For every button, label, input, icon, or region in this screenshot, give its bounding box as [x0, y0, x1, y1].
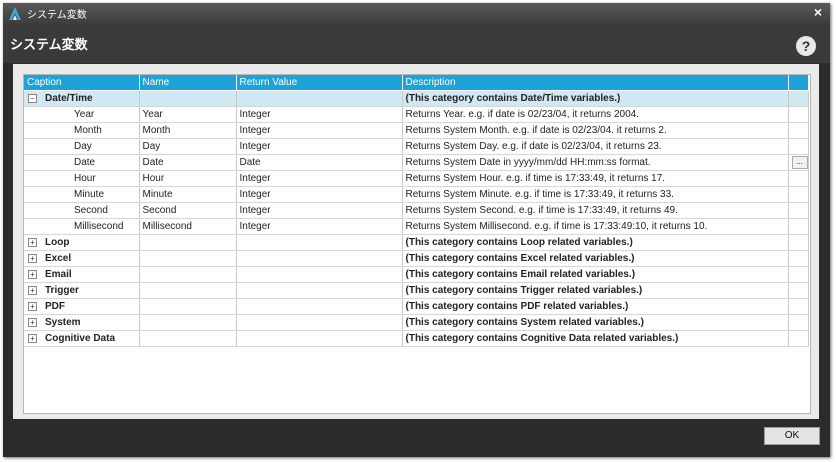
table-row[interactable]: Second Second Integer Returns System Sec…	[24, 202, 809, 219]
category-description: (This category contains PDF related vari…	[402, 298, 789, 315]
collapse-icon[interactable]: −	[28, 93, 37, 103]
category-row-trigger[interactable]: + Trigger (This category contains Trigger…	[24, 282, 809, 299]
row-name: Date	[139, 154, 237, 171]
row-name: Minute	[139, 186, 237, 203]
row-return-value: Integer	[236, 186, 403, 203]
expand-icon[interactable]: +	[28, 317, 37, 327]
category-description: (This category contains Cognitive Data r…	[402, 330, 789, 347]
category-description: (This category contains Excel related va…	[402, 250, 789, 267]
expand-icon[interactable]: +	[28, 301, 37, 311]
row-description: Returns System Hour. e.g. if time is 17:…	[402, 170, 789, 187]
table-row[interactable]: Year Year Integer Returns Year. e.g. if …	[24, 106, 809, 123]
row-name: Hour	[139, 170, 237, 187]
category-description: (This category contains System related v…	[402, 314, 789, 331]
expand-icon[interactable]: +	[28, 269, 37, 279]
row-return-value: Integer	[236, 122, 403, 139]
row-description: Returns System Day. e.g. if date is 02/2…	[402, 138, 789, 155]
help-icon[interactable]: ?	[796, 36, 816, 56]
window-title: システム変数	[27, 10, 87, 21]
column-header-name[interactable]: Name	[139, 75, 237, 91]
ellipsis-button[interactable]: ...	[791, 156, 807, 169]
column-header-extra	[788, 75, 809, 91]
row-caption: Millisecond	[24, 218, 140, 235]
category-description: (This category contains Date/Time variab…	[402, 90, 789, 107]
row-name: Second	[139, 202, 237, 219]
category-caption: Excel	[45, 253, 72, 264]
content-panel: Caption Name Return Value Description − D…	[13, 64, 819, 419]
expand-icon[interactable]: +	[28, 253, 37, 263]
row-caption: Date	[24, 154, 140, 171]
table-row[interactable]: Date Date Date Returns System Date in yy…	[24, 154, 809, 171]
row-caption: Year	[24, 106, 140, 123]
category-row-excel[interactable]: + Excel (This category contains Excel rel…	[24, 250, 809, 267]
category-row-pdf[interactable]: + PDF (This category contains PDF related…	[24, 298, 809, 315]
variables-grid[interactable]: Caption Name Return Value Description − D…	[23, 74, 811, 414]
close-icon[interactable]: ×	[814, 4, 822, 20]
row-caption: Second	[24, 202, 140, 219]
row-return-value: Date	[236, 154, 403, 171]
row-caption: Month	[24, 122, 140, 139]
row-caption: Day	[24, 138, 140, 155]
title-bar[interactable]: システム変数 ×	[3, 3, 830, 24]
row-caption: Hour	[24, 170, 140, 187]
table-row[interactable]: Hour Hour Integer Returns System Hour. e…	[24, 170, 809, 187]
column-header-return-value[interactable]: Return Value	[236, 75, 403, 91]
app-logo-icon	[9, 7, 21, 20]
row-caption: Minute	[24, 186, 140, 203]
row-description: Returns System Millisecond. e.g. if time…	[402, 218, 789, 235]
expand-icon[interactable]: +	[28, 333, 37, 343]
row-return-value: Integer	[236, 170, 403, 187]
variables-table: Caption Name Return Value Description − D…	[24, 75, 809, 347]
row-description: Returns System Second. e.g. if time is 1…	[402, 202, 789, 219]
row-name: Day	[139, 138, 237, 155]
category-row-system[interactable]: + System (This category contains System r…	[24, 314, 809, 331]
column-header-caption[interactable]: Caption	[24, 75, 140, 91]
row-description: Returns System Minute. e.g. if time is 1…	[402, 186, 789, 203]
category-row-cognitive-data[interactable]: + Cognitive Data (This category contains …	[24, 330, 809, 347]
page-title: システム変数	[10, 37, 88, 52]
category-description: (This category contains Email related va…	[402, 266, 789, 283]
ok-button[interactable]: OK	[764, 427, 820, 445]
category-row-email[interactable]: + Email (This category contains Email rel…	[24, 266, 809, 283]
category-caption: Trigger	[45, 285, 79, 296]
expand-icon[interactable]: +	[28, 237, 37, 247]
column-header-description[interactable]: Description	[402, 75, 789, 91]
category-caption: Cognitive Data	[45, 333, 116, 344]
expand-icon[interactable]: +	[28, 285, 37, 295]
table-row[interactable]: Month Month Integer Returns System Month…	[24, 122, 809, 139]
header-row: Caption Name Return Value Description	[24, 75, 809, 91]
category-description: (This category contains Loop related var…	[402, 234, 789, 251]
row-description: Returns System Date in yyyy/mm/dd HH:mm:…	[402, 154, 789, 171]
category-row-loop[interactable]: + Loop (This category contains Loop relat…	[24, 234, 809, 251]
row-name: Millisecond	[139, 218, 237, 235]
row-description: Returns System Month. e.g. if date is 02…	[402, 122, 789, 139]
row-name: Year	[139, 106, 237, 123]
category-caption: Email	[45, 269, 72, 280]
row-return-value: Integer	[236, 138, 403, 155]
row-return-value: Integer	[236, 218, 403, 235]
category-caption: Date/Time	[45, 93, 93, 104]
row-description: Returns Year. e.g. if date is 02/23/04, …	[402, 106, 789, 123]
category-row-date-time[interactable]: − Date/Time (This category contains Date/…	[24, 90, 809, 107]
category-caption: Loop	[45, 237, 70, 248]
category-caption: System	[45, 317, 81, 328]
row-return-value: Integer	[236, 106, 403, 123]
table-row[interactable]: Millisecond Millisecond Integer Returns …	[24, 218, 809, 235]
category-description: (This category contains Trigger related …	[402, 282, 789, 299]
table-row[interactable]: Minute Minute Integer Returns System Min…	[24, 186, 809, 203]
system-variables-dialog: システム変数 × システム変数 ? Caption Name Return Va…	[3, 3, 830, 457]
table-row[interactable]: Day Day Integer Returns System Day. e.g.…	[24, 138, 809, 155]
category-caption: PDF	[45, 301, 65, 312]
dialog-header: システム変数 ?	[3, 24, 830, 63]
row-name: Month	[139, 122, 237, 139]
row-return-value: Integer	[236, 202, 403, 219]
